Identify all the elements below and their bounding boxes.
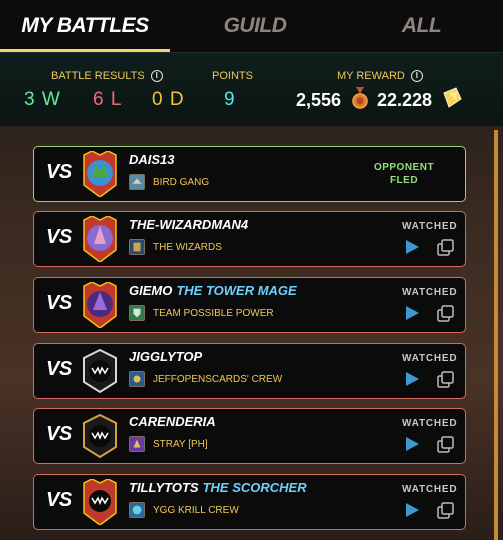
green-dragon-avatar-icon [83, 151, 117, 197]
guild-name[interactable]: BIRD GANG [153, 177, 209, 188]
vs-label: VS [46, 292, 72, 314]
vs-label: VS [46, 161, 72, 183]
player-name[interactable]: JIGGLYTOP [129, 349, 202, 364]
stats-panel: BATTLE RESULTS i POINTS MY REWARD i 3 W … [0, 52, 503, 126]
opponent-fled-status: OPPONENT FLED [373, 162, 435, 186]
info-icon[interactable]: i [410, 70, 423, 82]
guild-icon [129, 436, 145, 452]
points-label: POINTS [212, 70, 253, 82]
monster-mouth-avatar-icon [83, 413, 117, 459]
reward-label: MY REWARD [337, 70, 405, 82]
battle-card[interactable]: VS CARENDERIA STRAY [PH] WATCHED [33, 408, 466, 464]
copy-icon[interactable] [437, 371, 455, 389]
player-title: THE SCORCHER [202, 480, 307, 495]
monster-mouth-avatar-icon [83, 479, 117, 525]
draws-count: 0 D [152, 89, 185, 110]
copy-icon[interactable] [437, 239, 455, 257]
scrollbar[interactable] [494, 130, 498, 540]
battle-tabs: MY BATTLES GUILD ALL [0, 0, 503, 52]
guild-name[interactable]: THE WIZARDS [153, 242, 222, 253]
vs-label: VS [46, 226, 72, 248]
player-name[interactable]: DAIS13 [129, 152, 175, 167]
battle-card[interactable]: VS GIEMO THE TOWER MAGE TEAM POSSIBLE POW… [33, 277, 466, 333]
watched-status: WATCHED [402, 353, 458, 364]
reward-tokens-value: 22.228 [377, 90, 433, 110]
guild-name[interactable]: STRAY [PH] [153, 439, 208, 450]
guild-icon [129, 502, 145, 518]
guild-icon [129, 239, 145, 255]
guild-name[interactable]: YGG KRILL CREW [153, 505, 239, 516]
guild-icon [129, 174, 145, 190]
guild-icon [129, 371, 145, 387]
reward-heading: MY REWARD i [337, 70, 423, 82]
player-title: THE TOWER MAGE [176, 283, 297, 298]
player-name[interactable]: CARENDERIA [129, 414, 216, 429]
guild-name[interactable]: TEAM POSSIBLE POWER [153, 308, 274, 319]
play-icon[interactable] [404, 305, 420, 321]
battle-results-heading: BATTLE RESULTS i [51, 70, 163, 82]
points-heading: POINTS [212, 70, 253, 82]
info-icon[interactable]: i [150, 70, 163, 82]
tab-all[interactable]: ALL [340, 0, 503, 52]
watched-status: WATCHED [402, 221, 458, 232]
medal-icon [352, 87, 368, 109]
tab-my-battles[interactable]: MY BATTLES [0, 0, 170, 52]
points-value: 9 [224, 89, 235, 110]
monster-mouth-avatar-icon [83, 348, 117, 394]
watched-status: WATCHED [402, 418, 458, 429]
play-icon[interactable] [404, 239, 420, 255]
copy-icon[interactable] [437, 436, 455, 454]
battle-card[interactable]: VS JIGGLYTOP JEFFOPENSCARDS' CREW WATCHE… [33, 343, 466, 399]
play-icon[interactable] [404, 371, 420, 387]
wizard-avatar-icon [83, 216, 117, 262]
guild-icon [129, 305, 145, 321]
player-name[interactable]: GIEMO THE TOWER MAGE [129, 283, 297, 298]
player-name[interactable]: TILLYTOTS THE SCORCHER [129, 480, 307, 495]
player-name[interactable]: THE-WIZARDMAN4 [129, 217, 248, 232]
vs-label: VS [46, 423, 72, 445]
sps-token-icon [443, 87, 462, 108]
play-icon[interactable] [404, 502, 420, 518]
battle-results-label: BATTLE RESULTS [51, 70, 145, 82]
watched-status: WATCHED [402, 484, 458, 495]
copy-icon[interactable] [437, 502, 455, 520]
purple-mage-avatar-icon [83, 282, 117, 328]
play-icon[interactable] [404, 436, 420, 452]
guild-name[interactable]: JEFFOPENSCARDS' CREW [153, 374, 282, 385]
wins-count: 3 W [24, 89, 61, 110]
copy-icon[interactable] [437, 305, 455, 323]
battle-card[interactable]: VS THE-WIZARDMAN4 THE WIZARDS WATCHED [33, 211, 466, 267]
watched-status: WATCHED [402, 287, 458, 298]
battle-card[interactable]: VS TILLYTOTS THE SCORCHER YGG KRILL CREW … [33, 474, 466, 530]
battle-card[interactable]: VS DAIS13 BIRD GANG OPPONENT FLED [33, 146, 466, 202]
vs-label: VS [46, 489, 72, 511]
losses-count: 6 L [93, 89, 123, 110]
reward-medals-value: 2,556 [296, 90, 342, 110]
vs-label: VS [46, 358, 72, 380]
tab-guild[interactable]: GUILD [170, 0, 340, 52]
